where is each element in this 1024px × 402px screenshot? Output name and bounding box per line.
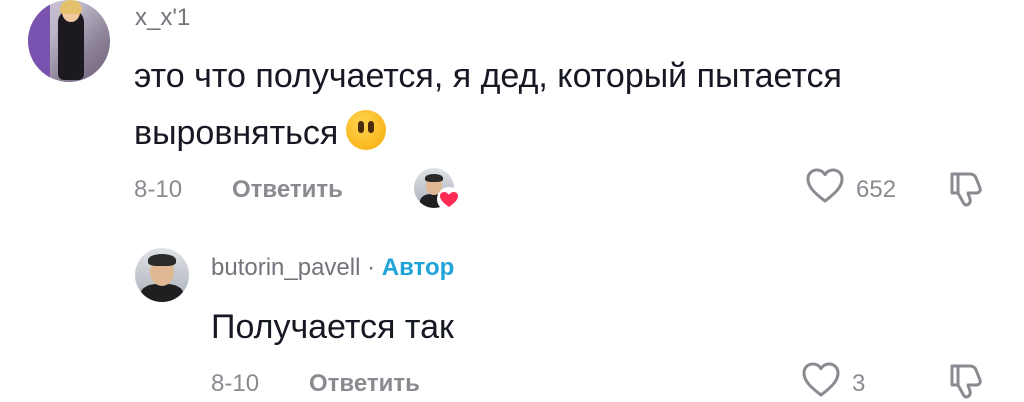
comment-text-line-2: выровняться bbox=[134, 108, 387, 158]
reply-like-button[interactable] bbox=[800, 360, 842, 400]
comment-like-count: 652 bbox=[856, 176, 897, 203]
thumbs-down-icon bbox=[950, 364, 982, 399]
reply-reply-button[interactable]: Ответить bbox=[309, 370, 420, 398]
reply-text: Получается так bbox=[211, 308, 454, 346]
comment-dislike-button[interactable] bbox=[944, 168, 988, 208]
comment-text-line-2-text: выровняться bbox=[134, 114, 339, 152]
reply-username[interactable]: butorin_pavell bbox=[211, 254, 360, 281]
thumbs-down-icon bbox=[950, 172, 982, 207]
creator-liked-heart-icon bbox=[437, 187, 461, 211]
comment-like-button[interactable] bbox=[804, 166, 846, 206]
reply-header: butorin_pavell · Автор bbox=[211, 254, 454, 282]
reply-dislike-button[interactable] bbox=[944, 360, 988, 400]
comment-text-line-1: это что получается, я дед, который пытае… bbox=[134, 57, 842, 95]
reply-date: 8-10 bbox=[211, 370, 260, 397]
author-badge: Автор bbox=[381, 254, 455, 281]
reply-avatar[interactable] bbox=[135, 248, 189, 302]
reply-like-count: 3 bbox=[852, 370, 866, 397]
commenter-username[interactable]: x_x'1 bbox=[135, 4, 190, 32]
comment-reply-button[interactable]: Ответить bbox=[232, 176, 343, 204]
reply-separator: · bbox=[367, 254, 376, 281]
commenter-avatar[interactable] bbox=[28, 0, 110, 82]
heart-outline-icon bbox=[806, 168, 844, 203]
face-without-mouth-emoji bbox=[346, 110, 387, 150]
heart-outline-icon bbox=[802, 362, 840, 397]
comment-date: 8-10 bbox=[134, 176, 183, 203]
